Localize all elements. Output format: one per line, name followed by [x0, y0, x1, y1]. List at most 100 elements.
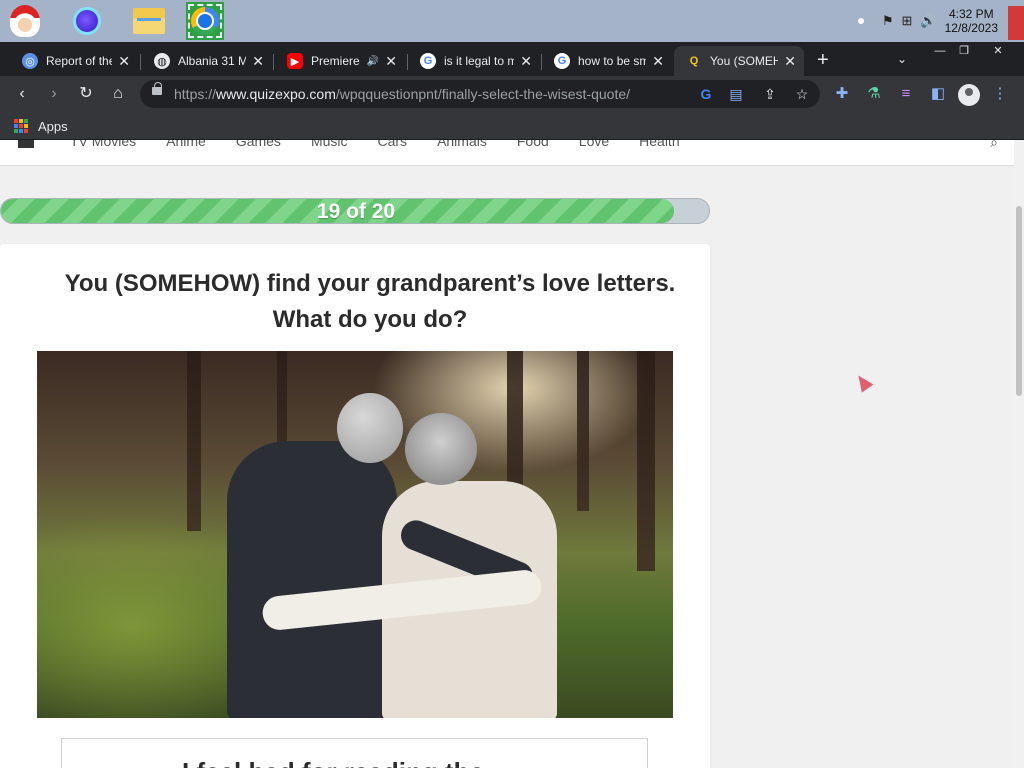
address-bar[interactable]: https://www.quizexpo.com/wpqquestionpnt/… [140, 80, 820, 108]
nav-item[interactable]: Food [517, 140, 549, 149]
url-host: www.quizexpo.com [216, 86, 336, 102]
browser-tab-strip: ◎ Report of the Secretary-General ✕ ◍ Al… [0, 42, 1024, 76]
quizexpo-icon: Q [689, 55, 699, 67]
tab-label: Premiere [311, 54, 360, 68]
clock-time: 4:32 PM [948, 7, 994, 21]
close-tab-icon[interactable]: ✕ [252, 53, 264, 70]
bookmark-star-icon[interactable]: ☆ [792, 84, 812, 104]
page-scrollbar[interactable] [1014, 140, 1024, 768]
tab-smart[interactable]: G how to be smart ✕ [542, 46, 672, 76]
lock-icon[interactable] [152, 82, 162, 95]
answer-text: I feel bad for reading the [182, 757, 484, 768]
close-tab-icon[interactable]: ✕ [784, 53, 796, 70]
reader-mode-icon[interactable]: ▤ [726, 84, 746, 104]
notification-dot-icon [857, 18, 864, 24]
nav-item[interactable]: Anime [166, 140, 206, 149]
tab-divider [140, 54, 141, 70]
tree-trunk [637, 351, 655, 571]
nav-item[interactable]: Love [579, 140, 609, 149]
close-tab-icon[interactable]: ✕ [520, 53, 532, 70]
labs-flask-icon[interactable]: ⚗ [864, 84, 884, 104]
home-button[interactable]: ⌂ [106, 82, 130, 106]
youtube-icon: ▶ [287, 53, 303, 69]
system-tray: ⚑ ⊞ 🔊 4:32 PM 12/8/2023 [857, 0, 998, 42]
scrollbar-thumb[interactable] [1016, 206, 1022, 396]
man-head [337, 393, 403, 463]
close-tab-icon[interactable]: ✕ [652, 53, 664, 70]
windows-taskbar: ⚑ ⊞ 🔊 4:32 PM 12/8/2023 [0, 0, 1024, 42]
profile-avatar-icon[interactable] [958, 84, 980, 106]
question-card: You (SOMEHOW) find your grandparent’s lo… [0, 244, 710, 768]
nav-items: TV Movies Anime Games Music Cars Animals… [70, 140, 680, 149]
globe-icon: ◍ [154, 53, 170, 69]
back-button[interactable]: ‹ [10, 82, 34, 106]
tab-premiere[interactable]: ▶ Premiere 🔊 ✕ [275, 46, 405, 76]
tab-label: is it legal to marry [444, 54, 515, 68]
flag-icon[interactable]: ⚑ [882, 13, 894, 29]
quiz-progress-bar: 19 of 20 [0, 198, 710, 224]
minimize-button[interactable]: — [928, 42, 952, 60]
google-icon: G [420, 53, 436, 69]
close-tab-icon[interactable]: ✕ [385, 53, 397, 70]
clock[interactable]: 4:32 PM 12/8/2023 [945, 7, 998, 35]
tree-trunk [577, 351, 589, 511]
site-navigation: TV Movies Anime Games Music Cars Animals… [0, 140, 1014, 166]
chrome-icon[interactable] [186, 2, 224, 40]
elderly-couple-photo [37, 351, 673, 718]
network-icon[interactable]: ⊞ [902, 13, 913, 29]
forward-button[interactable]: › [42, 82, 66, 106]
tab-report[interactable]: ◎ Report of the Secretary-General ✕ [10, 46, 138, 76]
url-text[interactable]: https://www.quizexpo.com/wpqquestionpnt/… [174, 86, 630, 102]
show-desktop-button[interactable] [1008, 6, 1024, 40]
menu-icon[interactable]: ⋮ [990, 84, 1010, 104]
file-explorer-icon[interactable] [130, 2, 168, 40]
tab-legal[interactable]: G is it legal to marry ✕ [408, 46, 540, 76]
tab-label: how to be smart [578, 54, 647, 68]
tab-search-chevron-icon[interactable]: ⌄ [897, 52, 907, 66]
question-text: You (SOMEHOW) find your grandparent’s lo… [64, 270, 676, 333]
apps-grid-icon[interactable] [14, 119, 28, 133]
home-icon[interactable] [18, 140, 34, 148]
nav-item[interactable]: TV Movies [70, 140, 136, 149]
nav-item[interactable]: Animals [437, 140, 487, 149]
bookmarks-bar: Apps [0, 112, 1024, 140]
tab-label: You (SOMEHOW) find [710, 54, 779, 68]
side-panel-icon[interactable]: ◧ [928, 84, 948, 104]
clock-date: 12/8/2023 [944, 21, 998, 35]
nav-item[interactable]: Cars [378, 140, 408, 149]
tab-label: Report of the Secretary-General [46, 54, 113, 68]
nav-item[interactable]: Games [236, 140, 281, 149]
close-tab-icon[interactable]: ✕ [118, 53, 130, 70]
new-tab-button[interactable]: + [817, 50, 829, 70]
tab-albania[interactable]: ◍ Albania 31 March ✕ [142, 46, 272, 76]
nav-item[interactable]: Health [639, 140, 679, 149]
santa-app-icon[interactable] [6, 2, 44, 40]
answer-option[interactable]: I feel bad for reading the [61, 738, 648, 768]
extension-puzzle-icon[interactable]: ✚ [832, 84, 852, 104]
woman-head [405, 413, 477, 485]
reload-button[interactable]: ↻ [74, 82, 98, 106]
url-path: /wpqquestionpnt/finally-select-the-wises… [335, 86, 631, 102]
man-figure [227, 441, 397, 718]
search-icon[interactable]: ⌕ [990, 140, 998, 151]
google-icon: G [554, 53, 570, 69]
volume-icon[interactable]: 🔊 [920, 13, 936, 29]
tab-divider [273, 54, 274, 70]
url-prefix: https:// [174, 86, 217, 102]
nav-item[interactable]: Music [311, 140, 348, 149]
browser-toolbar: ‹ › ↻ ⌂ https://www.quizexpo.com/wpqques… [0, 76, 1024, 112]
tab-label: Albania 31 March [178, 54, 247, 68]
reading-list-icon[interactable]: ≡ [896, 84, 916, 104]
share-icon[interactable]: ⇪ [760, 84, 780, 104]
un-icon: ◎ [22, 53, 38, 69]
page-content: TV Movies Anime Games Music Cars Animals… [0, 140, 1014, 768]
google-lens-icon[interactable]: G [696, 84, 716, 104]
close-window-button[interactable]: ✕ [986, 42, 1010, 60]
restore-button[interactable]: ❐ [952, 42, 976, 60]
purple-orb-app-icon[interactable] [68, 2, 106, 40]
apps-bookmark[interactable]: Apps [38, 119, 68, 134]
tree-trunk [187, 351, 201, 531]
progress-label: 19 of 20 [316, 200, 396, 223]
tab-quiz-active[interactable]: Q You (SOMEHOW) find ✕ [674, 46, 804, 76]
audio-playing-icon[interactable]: 🔊 [367, 56, 379, 67]
